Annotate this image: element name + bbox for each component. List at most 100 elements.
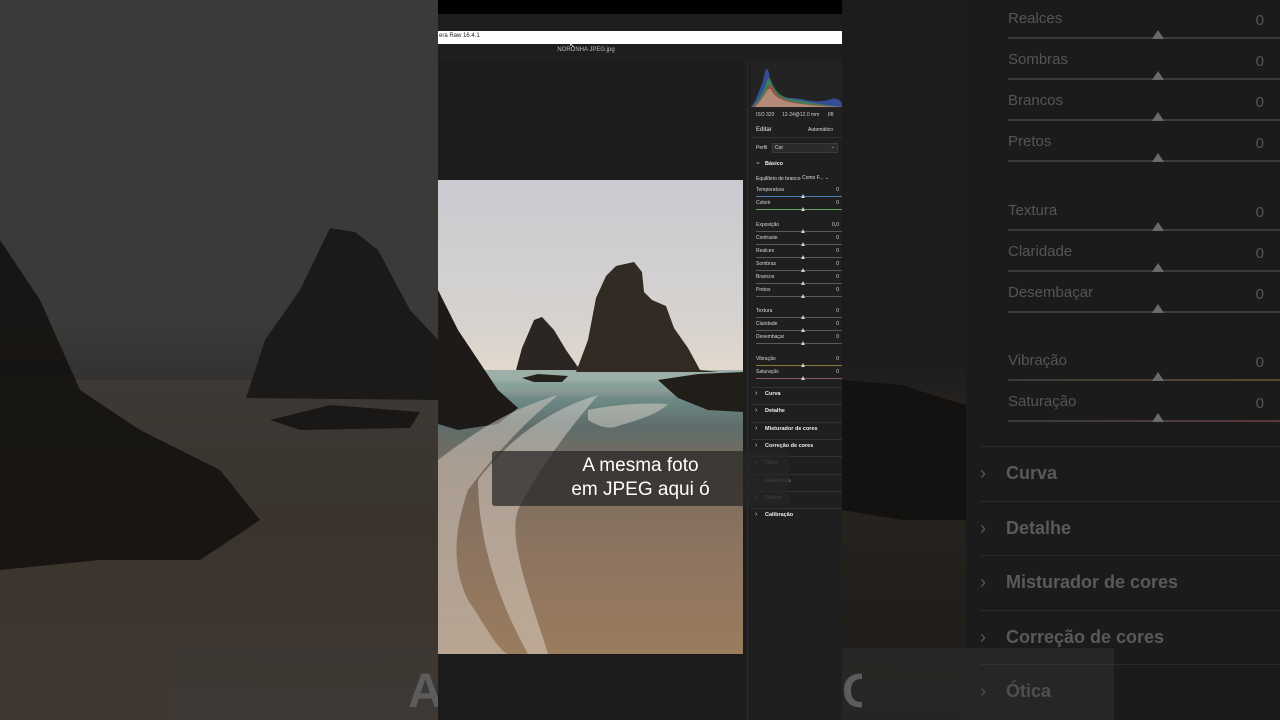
slider-track[interactable] xyxy=(756,270,842,271)
bg-slider-track xyxy=(1008,37,1280,39)
bg-slider-thumb xyxy=(1152,30,1164,39)
slider-track[interactable] xyxy=(756,317,842,318)
slider-track[interactable] xyxy=(756,296,842,297)
chevron-right-icon[interactable]: › xyxy=(755,390,757,397)
bg-slider-label: Saturação xyxy=(1008,393,1077,410)
slider-label: Temperatura xyxy=(756,187,785,193)
slider-label: Claridade xyxy=(756,321,778,327)
slider-thumb[interactable] xyxy=(801,207,805,211)
bg-section-label: Curva xyxy=(1006,463,1058,483)
bg-slider-track xyxy=(1008,229,1280,231)
slider-thumb[interactable] xyxy=(801,242,805,246)
bg-slider-label: Claridade xyxy=(1008,243,1073,260)
auto-button[interactable]: Automático xyxy=(808,127,833,133)
bg-slider-value: 0 xyxy=(1255,286,1264,303)
bg-divider xyxy=(980,501,1280,502)
white-balance-label: Equilíbrio de branco xyxy=(756,176,801,182)
slider-track[interactable] xyxy=(756,231,842,232)
bg-slider-thumb xyxy=(1152,222,1164,231)
slider-value[interactable]: 0 xyxy=(836,287,839,293)
slider-track[interactable] xyxy=(756,257,842,258)
slider-value[interactable]: 0 xyxy=(836,200,839,206)
background-panel-right: Realces 0 Sombras 0 Brancos 0 Pretos 0 Textura 0 C… xyxy=(842,0,1280,720)
slider-label: Exposição xyxy=(756,222,780,228)
profile-select[interactable]: Cor ⌄ xyxy=(772,143,838,153)
chevron-right-icon[interactable]: › xyxy=(755,442,757,449)
bg-divider xyxy=(980,610,1280,611)
slider-value[interactable]: 0 xyxy=(836,235,839,241)
slider-label: Colorir xyxy=(756,200,771,206)
slider-thumb[interactable] xyxy=(801,294,805,298)
slider-thumb[interactable] xyxy=(801,328,805,332)
section-corre-o-de-cores[interactable]: Correção de cores xyxy=(765,443,813,449)
chevron-right-icon[interactable]: › xyxy=(755,407,757,414)
slider-value[interactable]: 0 xyxy=(836,369,839,375)
slider-label: Brancos xyxy=(756,274,775,280)
slider-thumb[interactable] xyxy=(801,281,805,285)
slider-track[interactable] xyxy=(756,196,842,197)
bg-slider-thumb xyxy=(1152,112,1164,121)
background-caption-right-letter: O xyxy=(842,665,862,718)
divider xyxy=(751,421,842,423)
slider-value[interactable]: 0 xyxy=(836,187,839,193)
section-calibra-o[interactable]: Calibração xyxy=(765,512,793,518)
background-strip-rocks xyxy=(842,380,966,520)
caption-line-2: em JPEG aqui ó xyxy=(571,479,710,500)
aperture-value: f/8 xyxy=(828,112,834,118)
slider-label: Sombras xyxy=(756,261,777,267)
window-title: era Raw 16.4.1 xyxy=(439,33,480,39)
slider-thumb[interactable] xyxy=(801,315,805,319)
slider-label: Saturação xyxy=(756,369,779,375)
profile-value: Cor xyxy=(775,145,784,151)
bg-slider-value: 0 xyxy=(1255,94,1264,111)
slider-track[interactable] xyxy=(756,330,842,331)
background-panel: Realces 0 Sombras 0 Brancos 0 Pretos 0 Textura 0 C… xyxy=(966,0,1280,720)
slider-track[interactable] xyxy=(756,209,842,210)
section-basic[interactable]: Básico xyxy=(765,161,783,167)
iso-value: ISO 320 xyxy=(756,112,775,118)
slider-value[interactable]: 0 xyxy=(836,356,839,362)
bg-slider-label: Desembaçar xyxy=(1008,284,1094,301)
slider-track[interactable] xyxy=(756,343,842,344)
slider-value[interactable]: 0 xyxy=(836,248,839,254)
video-caption: A mesma foto em JPEG aqui ó xyxy=(492,451,789,506)
bg-slider-track xyxy=(1008,420,1280,422)
slider-track[interactable] xyxy=(756,283,842,284)
section-curva[interactable]: Curva xyxy=(765,391,781,397)
chevron-right-icon[interactable]: › xyxy=(755,511,757,518)
bg-slider-thumb xyxy=(1152,372,1164,381)
slider-thumb[interactable] xyxy=(801,363,805,367)
bg-section-label: Detalhe xyxy=(1006,518,1072,538)
slider-thumb[interactable] xyxy=(801,341,805,345)
slider-value[interactable]: 0 xyxy=(836,334,839,340)
background-photo-left xyxy=(0,0,438,720)
slider-track[interactable] xyxy=(756,378,842,379)
slider-value[interactable]: 0 xyxy=(836,261,839,267)
slider-track[interactable] xyxy=(756,244,842,245)
slider-thumb[interactable] xyxy=(801,229,805,233)
slider-value[interactable]: 0 xyxy=(836,274,839,280)
slider-value[interactable]: 0 xyxy=(836,321,839,327)
chevron-right-icon[interactable]: › xyxy=(755,425,757,432)
slider-label: Vibração xyxy=(756,356,776,362)
chevron-down-icon[interactable]: ⌄ xyxy=(755,158,761,166)
bg-slider-label: Brancos xyxy=(1008,92,1064,109)
slider-value[interactable]: 0 xyxy=(836,308,839,314)
slider-thumb[interactable] xyxy=(801,376,805,380)
slider-track[interactable] xyxy=(756,365,842,366)
white-balance-select[interactable]: Como F... ⌄ xyxy=(802,175,829,181)
section-detalhe[interactable]: Detalhe xyxy=(765,408,785,414)
slider-thumb[interactable] xyxy=(801,268,805,272)
slider-thumb[interactable] xyxy=(801,255,805,259)
edit-tab[interactable]: Editar xyxy=(756,127,772,133)
bg-slider-value: 0 xyxy=(1255,245,1264,262)
section-misturador-de-cores[interactable]: Misturador de cores xyxy=(765,426,818,432)
chevron-down-icon: ⌄ xyxy=(830,144,835,150)
divider xyxy=(751,438,842,440)
slider-thumb[interactable] xyxy=(801,194,805,198)
bg-slider-thumb xyxy=(1152,413,1164,422)
bg-slider-value: 0 xyxy=(1255,53,1264,70)
slider-label: Textura xyxy=(756,308,773,314)
photo-preview[interactable] xyxy=(438,180,743,654)
slider-value[interactable]: 0,0 xyxy=(832,222,839,228)
